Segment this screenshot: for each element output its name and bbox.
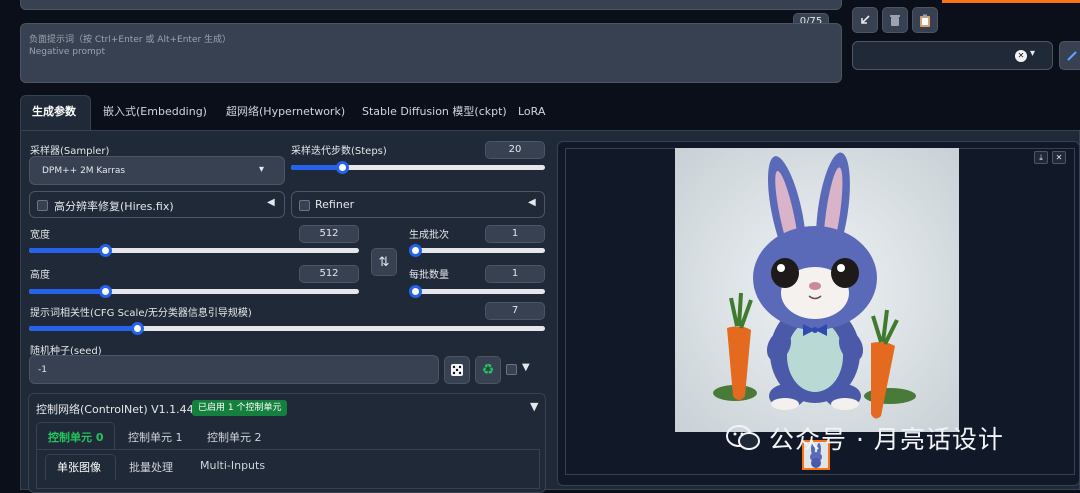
height-label: 高度 bbox=[30, 270, 50, 281]
batch-count-number[interactable]: 1 bbox=[485, 225, 545, 243]
seed-value: -1 bbox=[38, 365, 47, 375]
pencil-icon bbox=[1067, 50, 1077, 61]
refiner-arrow-icon: ◀ bbox=[528, 197, 536, 208]
positive-prompt-bottom[interactable] bbox=[20, 0, 842, 10]
tab-hypernetwork[interactable]: 超网络(Hypernetwork) bbox=[226, 95, 345, 129]
negative-prompt-placeholder-en: Negative prompt bbox=[29, 47, 105, 57]
refiner-checkbox[interactable] bbox=[299, 200, 310, 211]
hires-fix-arrow-icon: ◀ bbox=[267, 197, 275, 208]
orange-accent-bar bbox=[942, 0, 1080, 3]
apply-style-button[interactable] bbox=[1059, 41, 1080, 70]
clipboard-button[interactable] bbox=[912, 7, 938, 33]
controlnet-unit-1-tab[interactable]: 控制单元 1 bbox=[128, 429, 183, 445]
width-number[interactable]: 512 bbox=[299, 225, 359, 243]
read-params-button[interactable] bbox=[852, 7, 878, 33]
clipboard-icon bbox=[920, 14, 930, 27]
controlnet-unit-0-tab[interactable]: 控制单元 0 bbox=[48, 429, 103, 445]
chevron-down-icon: ▾ bbox=[1030, 48, 1036, 59]
main-tabbar: 生成参数 嵌入式(Embedding) 超网络(Hypernetwork) St… bbox=[0, 95, 1080, 131]
dice-icon bbox=[451, 364, 463, 376]
clear-styles-icon[interactable]: ✕ bbox=[1015, 50, 1027, 62]
tab-lora[interactable]: LoRA bbox=[518, 95, 545, 129]
batch-count-label: 生成批次 bbox=[409, 230, 449, 241]
subtab-multi-inputs[interactable]: Multi-Inputs bbox=[200, 459, 265, 472]
batch-count-slider[interactable] bbox=[409, 244, 545, 257]
hires-fix-checkbox[interactable] bbox=[37, 200, 48, 211]
height-number[interactable]: 512 bbox=[299, 265, 359, 283]
batch-size-number[interactable]: 1 bbox=[485, 265, 545, 283]
height-slider[interactable] bbox=[29, 285, 359, 298]
cfg-slider[interactable] bbox=[29, 322, 545, 335]
watermark: 公众号 · 月亮话设计 bbox=[725, 420, 1004, 456]
trash-button[interactable] bbox=[882, 7, 908, 33]
close-gallery-button[interactable]: ✕ bbox=[1052, 151, 1066, 164]
controlnet-enabled-badge: 已启用 1 个控制单元 bbox=[192, 400, 288, 416]
arrow-down-left-icon bbox=[861, 15, 870, 24]
cfg-label: 提示词相关性(CFG Scale/无分类器信息引导规模) bbox=[30, 308, 252, 319]
steps-slider[interactable] bbox=[291, 161, 545, 174]
refiner-label: Refiner bbox=[315, 198, 355, 211]
generated-image[interactable] bbox=[675, 148, 959, 432]
sampler-value: DPM++ 2M Karras bbox=[42, 166, 126, 176]
sampler-select[interactable]: DPM++ 2M Karras ▾ bbox=[29, 156, 285, 185]
sampler-chevron-icon: ▾ bbox=[259, 164, 265, 175]
random-seed-button[interactable] bbox=[444, 356, 470, 384]
subtab-single-image[interactable]: 单张图像 bbox=[57, 459, 101, 475]
swap-icon: ⇅ bbox=[378, 254, 390, 270]
tab-generation[interactable]: 生成参数 bbox=[32, 95, 76, 129]
cfg-number[interactable]: 7 bbox=[485, 302, 545, 320]
swap-dimensions-button[interactable]: ⇅ bbox=[371, 248, 397, 276]
tab-embedding[interactable]: 嵌入式(Embedding) bbox=[103, 95, 207, 129]
controlnet-unit-2-tab[interactable]: 控制单元 2 bbox=[207, 429, 262, 445]
sampler-label: 采样器(Sampler) bbox=[30, 146, 110, 157]
batch-size-label: 每批数量 bbox=[409, 270, 449, 281]
tab-checkpoint[interactable]: Stable Diffusion 模型(ckpt) bbox=[362, 95, 507, 129]
width-slider[interactable] bbox=[29, 244, 359, 257]
subtab-batch[interactable]: 批量处理 bbox=[129, 459, 173, 475]
download-icon: ⤓ bbox=[1039, 152, 1043, 162]
batch-size-slider[interactable] bbox=[409, 285, 545, 298]
extra-seed-checkbox[interactable] bbox=[506, 364, 517, 375]
close-icon: ✕ bbox=[1055, 153, 1063, 162]
recycle-icon: ♻ bbox=[481, 362, 495, 378]
reuse-seed-button[interactable]: ♻ bbox=[475, 356, 501, 384]
controlnet-collapse-icon[interactable]: ▼ bbox=[530, 400, 538, 413]
hires-fix-accordion[interactable]: 高分辨率修复(Hires.fix) ◀ bbox=[29, 191, 285, 218]
hires-fix-label: 高分辨率修复(Hires.fix) bbox=[54, 200, 174, 213]
rabbit-illustration bbox=[675, 148, 959, 432]
controlnet-title[interactable]: 控制网络(ControlNet) V1.1.440 bbox=[36, 401, 201, 417]
seed-input[interactable]: -1 bbox=[29, 355, 439, 384]
steps-label: 采样迭代步数(Steps) bbox=[291, 146, 387, 157]
steps-number[interactable]: 20 bbox=[485, 141, 545, 159]
styles-dropdown[interactable]: ✕ ▾ bbox=[852, 41, 1053, 70]
trash-icon bbox=[890, 14, 900, 26]
refiner-accordion[interactable]: Refiner ◀ bbox=[291, 191, 545, 218]
watermark-text: 公众号 · 月亮话设计 bbox=[769, 425, 1004, 454]
download-button[interactable]: ⤓ bbox=[1034, 151, 1048, 164]
wechat-icon bbox=[726, 425, 760, 450]
width-label: 宽度 bbox=[30, 230, 50, 241]
extra-seed-arrow-icon[interactable]: ▼ bbox=[522, 362, 530, 373]
negative-prompt-placeholder-cn: 负面提示词（按 Ctrl+Enter 或 Alt+Enter 生成） bbox=[29, 35, 232, 45]
negative-prompt-input[interactable]: 负面提示词（按 Ctrl+Enter 或 Alt+Enter 生成） Negat… bbox=[20, 23, 842, 83]
